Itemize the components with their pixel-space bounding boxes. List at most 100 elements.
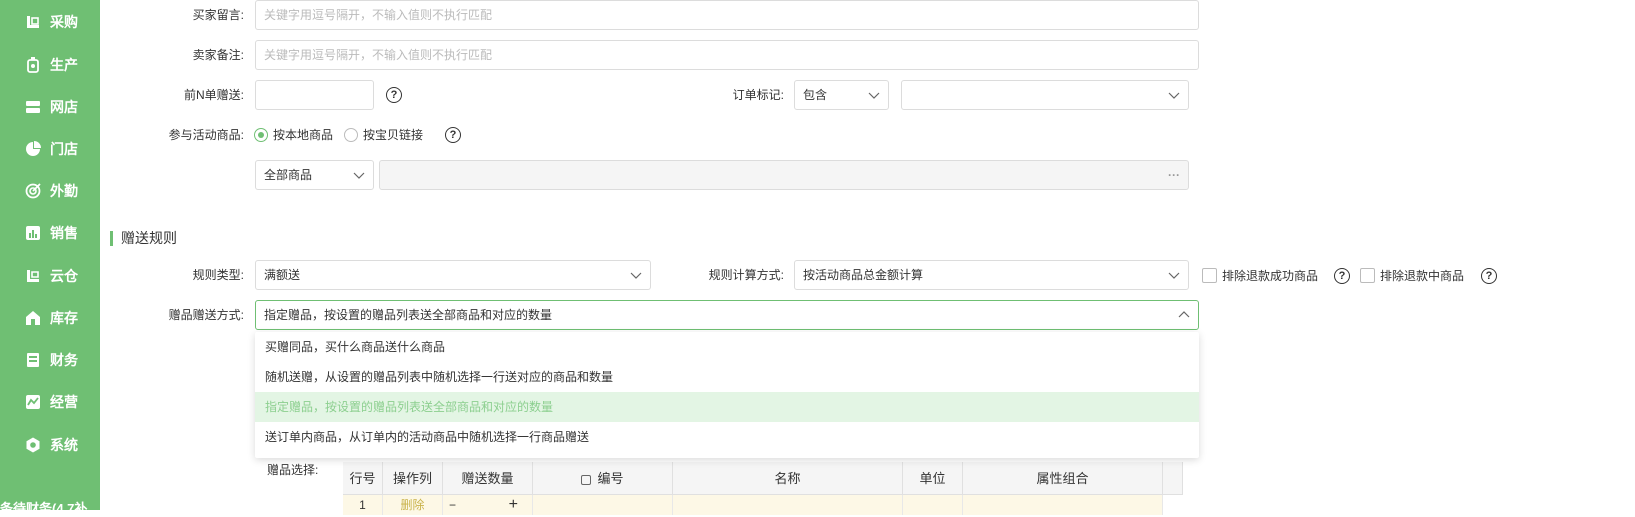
gift-method-label: 赠品赠送方式: bbox=[168, 308, 244, 322]
radio-item-link[interactable] bbox=[344, 128, 358, 142]
column-header: 单位 bbox=[903, 462, 963, 495]
sidebar-item-label: 财务 bbox=[50, 352, 78, 368]
radio-local-goods[interactable] bbox=[254, 128, 268, 142]
sidebar-item-shop[interactable]: 门店 bbox=[0, 131, 100, 167]
sidebar-item-label: 库存 bbox=[50, 310, 78, 326]
first-n-label: 前N单赠送: bbox=[183, 88, 244, 102]
chevron-down-icon bbox=[868, 92, 880, 99]
chevron-down-icon bbox=[1168, 92, 1180, 99]
inventory-icon bbox=[24, 309, 42, 327]
chevron-down-icon bbox=[1168, 272, 1180, 279]
seller-note-input[interactable]: 关键字用逗号隔开，不输入值则不执行匹配 bbox=[255, 40, 1199, 70]
gift-method-value: 指定赠品，按设置的赠品列表送全部商品和对应的数量 bbox=[264, 308, 553, 322]
purchase-icon bbox=[24, 13, 42, 31]
sidebar-item-label: 网店 bbox=[50, 99, 78, 115]
table-cell bbox=[533, 495, 673, 515]
system-icon bbox=[24, 436, 42, 454]
section-title-gift-rules: 赠送规则 bbox=[110, 231, 177, 246]
gift-method-dropdown: 买赠同品，买什么商品送什么商品 随机送赠，从设置的赠品列表中随机选择一行送对应的… bbox=[255, 332, 1199, 458]
sidebar: 采购 生产 网店 门店 外勤 销售 云仓 库存 财务 经营 系统 条待财务(4.… bbox=[0, 0, 100, 516]
column-header: 属性组合 bbox=[963, 462, 1163, 495]
sidebar-item-finance[interactable]: 财务 bbox=[0, 342, 100, 378]
sidebar-item-system[interactable]: 系统 bbox=[0, 427, 100, 463]
order-mark-label: 订单标记: bbox=[732, 88, 784, 102]
sidebar-item-label: 采购 bbox=[50, 14, 78, 30]
expand-icon[interactable] bbox=[581, 474, 592, 485]
exclude-refunding-label[interactable]: 排除退款中商品 bbox=[1380, 268, 1464, 284]
delete-link[interactable]: 删除 bbox=[383, 495, 443, 515]
chevron-down-icon bbox=[353, 172, 365, 179]
chevron-up-icon bbox=[1178, 311, 1190, 318]
radio-item-link-label[interactable]: 按宝贝链接 bbox=[363, 127, 423, 143]
sidebar-item-operations[interactable]: 经营 bbox=[0, 384, 100, 420]
sidebar-item-store[interactable]: 网店 bbox=[0, 89, 100, 125]
order-mark-operator-select[interactable]: 包含 bbox=[794, 80, 889, 110]
sidebar-item-warehouse[interactable]: 云仓 bbox=[0, 258, 100, 294]
sidebar-footer-text: 条待财务(4.7补 bbox=[0, 501, 88, 516]
minus-icon[interactable]: − bbox=[449, 495, 456, 515]
chevron-down-icon bbox=[630, 272, 642, 279]
column-header-spacer bbox=[1163, 462, 1183, 495]
sidebar-item-label: 云仓 bbox=[50, 268, 78, 284]
goods-scope-select[interactable]: 全部商品 bbox=[255, 160, 374, 190]
buyer-message-input[interactable]: 关键字用逗号隔开，不输入值则不执行匹配 bbox=[255, 0, 1199, 30]
exclude-refunding-checkbox[interactable] bbox=[1360, 268, 1375, 283]
seller-note-label: 卖家备注: bbox=[192, 48, 244, 62]
exclude-refund-success-checkbox[interactable] bbox=[1202, 268, 1217, 283]
row-number: 1 bbox=[343, 495, 383, 515]
field-icon bbox=[24, 182, 42, 200]
sidebar-item-inventory[interactable]: 库存 bbox=[0, 300, 100, 336]
help-icon[interactable]: ? bbox=[1334, 268, 1350, 284]
table-cell bbox=[963, 495, 1163, 515]
rule-type-value: 满额送 bbox=[264, 268, 301, 282]
sidebar-item-label: 销售 bbox=[50, 225, 78, 241]
table-cell bbox=[673, 495, 903, 515]
sidebar-item-field[interactable]: 外勤 bbox=[0, 173, 100, 209]
gift-select-label: 赠品选择: bbox=[267, 463, 319, 477]
goods-picker-input[interactable]: ··· bbox=[379, 160, 1189, 190]
calc-method-select[interactable]: 按活动商品总金额计算 bbox=[794, 260, 1189, 290]
calc-method-label: 规则计算方式: bbox=[708, 268, 784, 282]
production-icon bbox=[24, 56, 42, 74]
calc-method-value: 按活动商品总金额计算 bbox=[803, 268, 924, 282]
quantity-stepper[interactable]: − + bbox=[443, 495, 533, 515]
table-cell bbox=[903, 495, 963, 515]
column-header-label: 编号 bbox=[597, 471, 624, 486]
sidebar-item-label: 外勤 bbox=[50, 183, 78, 199]
column-header: 名称 bbox=[673, 462, 903, 495]
buyer-message-label: 买家留言: bbox=[192, 8, 244, 22]
sidebar-item-purchase[interactable]: 采购 bbox=[0, 4, 100, 40]
help-icon[interactable]: ? bbox=[386, 87, 402, 103]
more-icon[interactable]: ··· bbox=[1168, 161, 1180, 189]
dropdown-option-selected[interactable]: 指定赠品，按设置的赠品列表送全部商品和对应的数量 bbox=[255, 392, 1199, 422]
rule-type-select[interactable]: 满额送 bbox=[255, 260, 651, 290]
finance-icon bbox=[24, 351, 42, 369]
plus-icon[interactable]: + bbox=[509, 495, 518, 515]
sidebar-item-production[interactable]: 生产 bbox=[0, 47, 100, 83]
warehouse-icon bbox=[24, 267, 42, 285]
sales-icon bbox=[24, 224, 42, 242]
sidebar-item-label: 门店 bbox=[50, 141, 78, 157]
dropdown-option[interactable]: 随机送赠，从设置的赠品列表中随机选择一行送对应的商品和数量 bbox=[255, 362, 1199, 392]
dropdown-option[interactable]: 买赠同品，买什么商品送什么商品 bbox=[255, 332, 1199, 362]
gift-table: 行号 操作列 赠送数量 编号 名称 单位 属性组合 1 删除 − + bbox=[343, 462, 1183, 515]
sidebar-item-sales[interactable]: 销售 bbox=[0, 215, 100, 251]
order-mark-value-select[interactable] bbox=[901, 80, 1189, 110]
help-icon[interactable]: ? bbox=[445, 127, 461, 143]
first-n-input[interactable] bbox=[255, 80, 374, 110]
sidebar-item-label: 经营 bbox=[50, 394, 78, 410]
sidebar-item-label: 生产 bbox=[50, 57, 78, 73]
order-mark-operator-value: 包含 bbox=[803, 88, 828, 102]
exclude-refund-success-label[interactable]: 排除退款成功商品 bbox=[1222, 268, 1318, 284]
dropdown-option[interactable]: 送订单内商品，从订单内的活动商品中随机选择一行商品赠送 bbox=[255, 422, 1199, 452]
column-header: 赠送数量 bbox=[443, 462, 533, 495]
store-icon bbox=[24, 98, 42, 116]
rule-type-label: 规则类型: bbox=[192, 268, 244, 282]
sidebar-item-label: 系统 bbox=[50, 437, 78, 453]
help-icon[interactable]: ? bbox=[1481, 268, 1497, 284]
column-header: 行号 bbox=[343, 462, 383, 495]
gift-method-select[interactable]: 指定赠品，按设置的赠品列表送全部商品和对应的数量 bbox=[255, 300, 1199, 330]
activity-goods-label: 参与活动商品: bbox=[168, 128, 244, 142]
radio-local-goods-label[interactable]: 按本地商品 bbox=[273, 127, 333, 143]
column-header-code[interactable]: 编号 bbox=[533, 462, 673, 495]
